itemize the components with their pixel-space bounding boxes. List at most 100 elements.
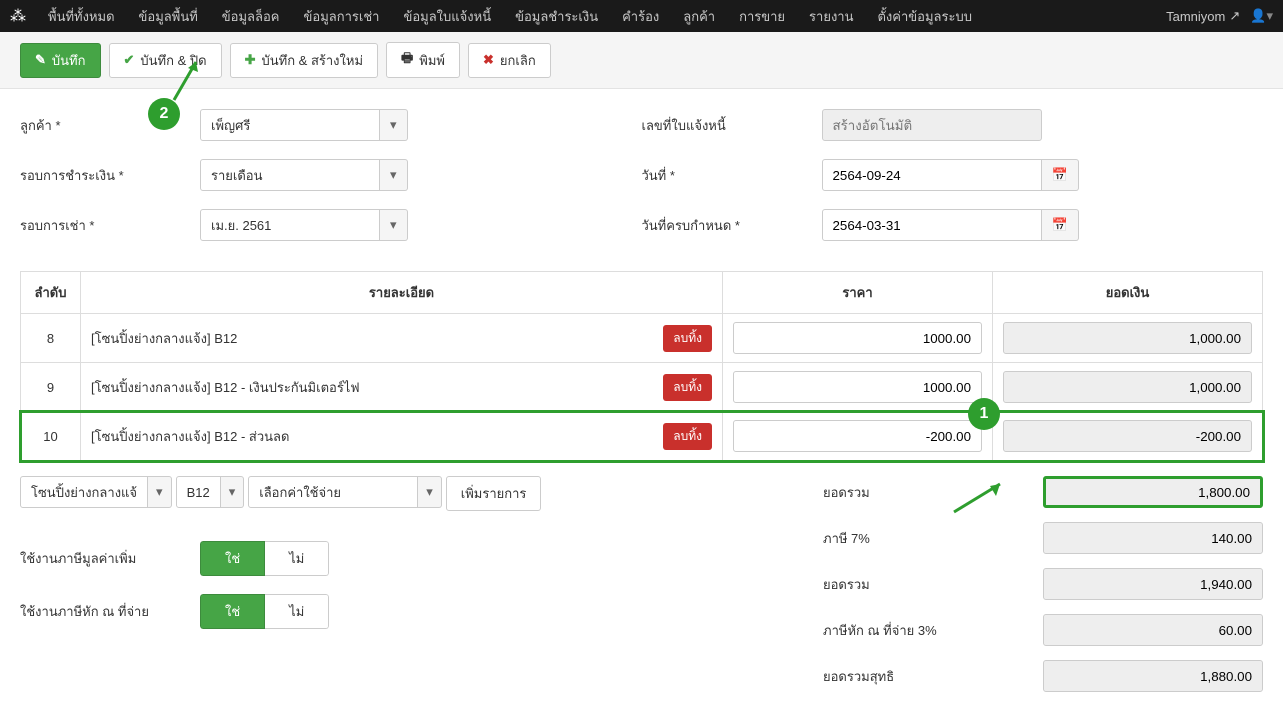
payment-cycle-value: รายเดือน (200, 159, 380, 191)
vat-toggle-label: ใช้งานภาษีมูลค่าเพิ่ม (20, 548, 200, 569)
chevron-down-icon[interactable] (418, 476, 442, 508)
print-icon: 🖶 (401, 49, 413, 71)
nav-item-invoice[interactable]: ข้อมูลใบแจ้งหนี้ (391, 6, 503, 27)
th-desc: รายละเอียด (81, 272, 723, 314)
zone-value: โซนปิ้งย่างกลางแจ้ (20, 476, 148, 508)
row-seq: 8 (21, 314, 81, 363)
save-icon: ✎ (35, 52, 46, 68)
row-desc: [โซนปิ้งย่างกลางแจ้ง] B12 (91, 328, 237, 349)
nav-item-areas[interactable]: พื้นที่ทั้งหมด (36, 6, 127, 27)
date-label: วันที่ * (642, 165, 822, 186)
user-label: Tamniyom (1166, 9, 1225, 24)
nav-item-request[interactable]: คำร้อง (610, 6, 671, 27)
chevron-down-icon[interactable] (148, 476, 172, 508)
nav-item-rental[interactable]: ข้อมูลการเช่า (292, 6, 392, 27)
nav-item-lock[interactable]: ข้อมูลล็อค (210, 6, 292, 27)
lock-value: B12 (176, 476, 221, 508)
vat-value (1043, 522, 1263, 554)
due-date-input[interactable] (822, 209, 1042, 241)
plus-icon: ✚ (245, 52, 256, 68)
cancel-icon: ✖ (483, 52, 494, 68)
chevron-down-icon[interactable] (221, 476, 245, 508)
customer-value: เพ็ญศรี (200, 109, 380, 141)
net-value (1043, 660, 1263, 692)
user-icon[interactable]: 👤▾ (1250, 8, 1273, 24)
table-row: 9[โซนปิ้งย่างกลางแจ้ง] B12 - เงินประกันม… (21, 363, 1263, 412)
add-item-controls: โซนปิ้งย่างกลางแจ้ B12 เลือกค่าใช้จ่าย เ… (20, 476, 803, 511)
th-amount: ยอดเงิน (993, 272, 1263, 314)
top-navigation: ⁂ พื้นที่ทั้งหมด ข้อมูลพื้นที่ ข้อมูลล็อ… (0, 0, 1283, 32)
calendar-icon[interactable]: 📅 (1042, 209, 1079, 241)
wht-yes[interactable]: ใช่ (200, 594, 265, 629)
delete-row-button[interactable]: ลบทิ้ง (663, 374, 712, 401)
rent-cycle-select[interactable]: เม.ย. 2561 (200, 209, 408, 241)
save-label: บันทึก (52, 50, 86, 71)
print-button[interactable]: 🖶 พิมพ์ (386, 42, 460, 78)
vat-toggle[interactable]: ใช่ ไม่ (200, 541, 329, 576)
calendar-icon[interactable]: 📅 (1042, 159, 1079, 191)
save-new-button[interactable]: ✚ บันทึก & สร้างใหม่ (230, 43, 378, 78)
add-item-button[interactable]: เพิ่มรายการ (446, 476, 542, 511)
wht-no[interactable]: ไม่ (265, 594, 329, 629)
expense-select[interactable]: เลือกค่าใช้จ่าย (248, 476, 442, 511)
nav-item-payment[interactable]: ข้อมูลชำระเงิน (503, 6, 610, 27)
vat-yes[interactable]: ใช่ (200, 541, 265, 576)
row-amount-cell (993, 363, 1263, 412)
row-price-input[interactable] (733, 420, 982, 452)
nav-item-sales[interactable]: การขาย (727, 6, 797, 27)
invoice-no-label: เลขที่ใบแจ้งหนี้ (642, 115, 822, 136)
payment-cycle-select[interactable]: รายเดือน (200, 159, 408, 191)
nav-item-area-info[interactable]: ข้อมูลพื้นที่ (127, 6, 210, 27)
nav-item-settings[interactable]: ตั้งค่าข้อมูลระบบ (865, 6, 984, 27)
row-amount-input (1003, 322, 1252, 354)
vat-no[interactable]: ไม่ (265, 541, 329, 576)
customer-select[interactable]: เพ็ญศรี (200, 109, 408, 141)
row-desc: [โซนปิ้งย่างกลางแจ้ง] B12 - ส่วนลด (91, 426, 289, 447)
row-amount-cell (993, 412, 1263, 461)
net-label: ยอดรวมสุทธิ (823, 666, 1023, 687)
total-label: ยอดรวม (823, 574, 1023, 595)
nav-item-customer[interactable]: ลูกค้า (671, 6, 727, 27)
annotation-arrow-subtotal (950, 478, 1010, 518)
delete-row-button[interactable]: ลบทิ้ง (663, 423, 712, 450)
row-desc-cell: [โซนปิ้งย่างกลางแจ้ง] B12 ลบทิ้ง (81, 314, 723, 363)
joomla-icon[interactable]: ⁂ (10, 6, 26, 26)
row-price-cell (723, 314, 993, 363)
row-desc-cell: [โซนปิ้งย่างกลางแจ้ง] B12 - เงินประกันมิ… (81, 363, 723, 412)
chevron-down-icon[interactable] (380, 209, 408, 241)
print-label: พิมพ์ (419, 50, 445, 71)
annotation-marker-2: 2 (148, 98, 180, 130)
th-price: ราคา (723, 272, 993, 314)
wht-toggle-label: ใช้งานภาษีหัก ณ ที่จ่าย (20, 601, 200, 622)
invoice-no-input (822, 109, 1042, 141)
chevron-down-icon[interactable] (380, 109, 408, 141)
zone-select[interactable]: โซนปิ้งย่างกลางแจ้ (20, 476, 172, 511)
row-seq: 10 (21, 412, 81, 461)
wht-toggle[interactable]: ใช่ ไม่ (200, 594, 329, 629)
row-price-input[interactable] (733, 371, 982, 403)
delete-row-button[interactable]: ลบทิ้ง (663, 325, 712, 352)
due-date-label: วันที่ครบกำหนด * (642, 215, 822, 236)
th-seq: ลำดับ (21, 272, 81, 314)
save-new-label: บันทึก & สร้างใหม่ (261, 50, 363, 71)
row-price-cell (723, 363, 993, 412)
expense-value: เลือกค่าใช้จ่าย (248, 476, 418, 508)
date-input[interactable] (822, 159, 1042, 191)
table-row: 10 [โซนปิ้งย่างกลางแจ้ง] B12 - ส่วนลด ลบทิ… (21, 412, 1263, 461)
cancel-button[interactable]: ✖ ยกเลิก (468, 43, 551, 78)
row-amount-input (1003, 420, 1252, 452)
table-row: 8 [โซนปิ้งย่างกลางแจ้ง] B12 ลบทิ้ง (21, 314, 1263, 363)
row-amount-input (1003, 371, 1252, 403)
items-table: ลำดับ รายละเอียด ราคา ยอดเงิน 8[โซนปิ้งย… (20, 271, 1263, 461)
row-price-input[interactable] (733, 322, 982, 354)
chevron-down-icon[interactable] (380, 159, 408, 191)
row-desc-cell: [โซนปิ้งย่างกลางแจ้ง] B12 - ส่วนลด ลบทิ้ง (81, 412, 723, 461)
annotation-arrow-2 (166, 56, 206, 106)
external-link-icon: ↗ (1229, 8, 1240, 24)
nav-item-report[interactable]: รายงาน (797, 6, 865, 27)
save-button[interactable]: ✎ บันทึก (20, 43, 101, 78)
row-amount-cell (993, 314, 1263, 363)
user-menu[interactable]: Tamniyom ↗ (1166, 8, 1240, 24)
lock-select[interactable]: B12 (176, 476, 245, 511)
row-desc: [โซนปิ้งย่างกลางแจ้ง] B12 - เงินประกันมิ… (91, 377, 360, 398)
